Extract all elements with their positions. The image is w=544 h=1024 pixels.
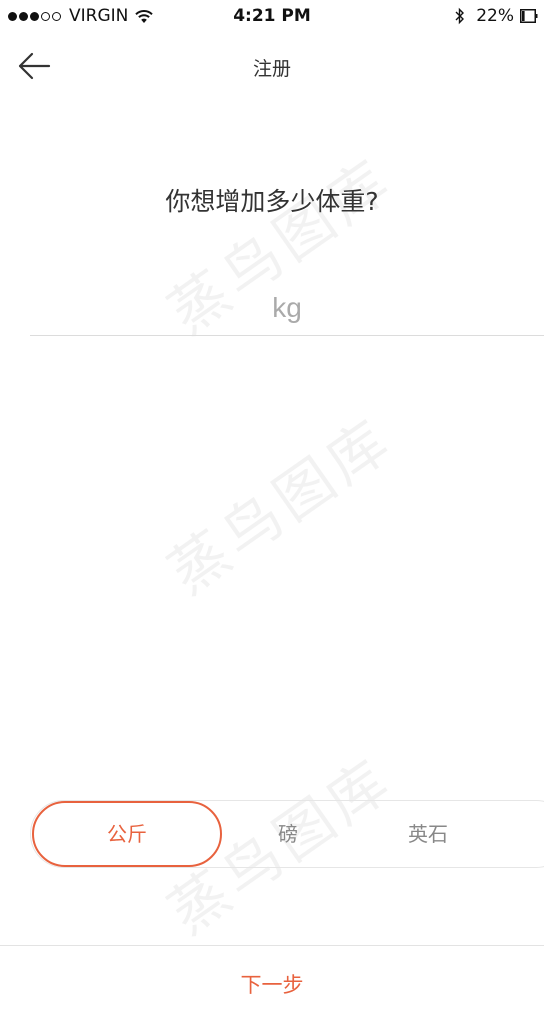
weight-input[interactable] <box>30 280 544 336</box>
battery-percent: 22% <box>476 6 514 26</box>
unit-option-stone[interactable]: 英石 <box>353 800 503 868</box>
next-button[interactable]: 下一步 <box>0 946 544 1024</box>
unit-selector: 公斤 磅 英石 <box>30 800 544 868</box>
watermark: 蒸鸟图库 <box>156 404 406 608</box>
unit-option-kg[interactable]: 公斤 <box>32 801 222 867</box>
unit-option-lb[interactable]: 磅 <box>223 800 353 868</box>
page-title: 注册 <box>252 58 291 80</box>
status-right: 22% <box>454 6 538 26</box>
bluetooth-icon <box>455 7 465 25</box>
weight-question: 你想增加多少体重? <box>165 187 379 216</box>
nav-bar: 注册 <box>0 34 544 100</box>
status-bar: VIRGIN 4:21 PM 22% <box>0 0 544 34</box>
battery-icon <box>520 9 538 23</box>
